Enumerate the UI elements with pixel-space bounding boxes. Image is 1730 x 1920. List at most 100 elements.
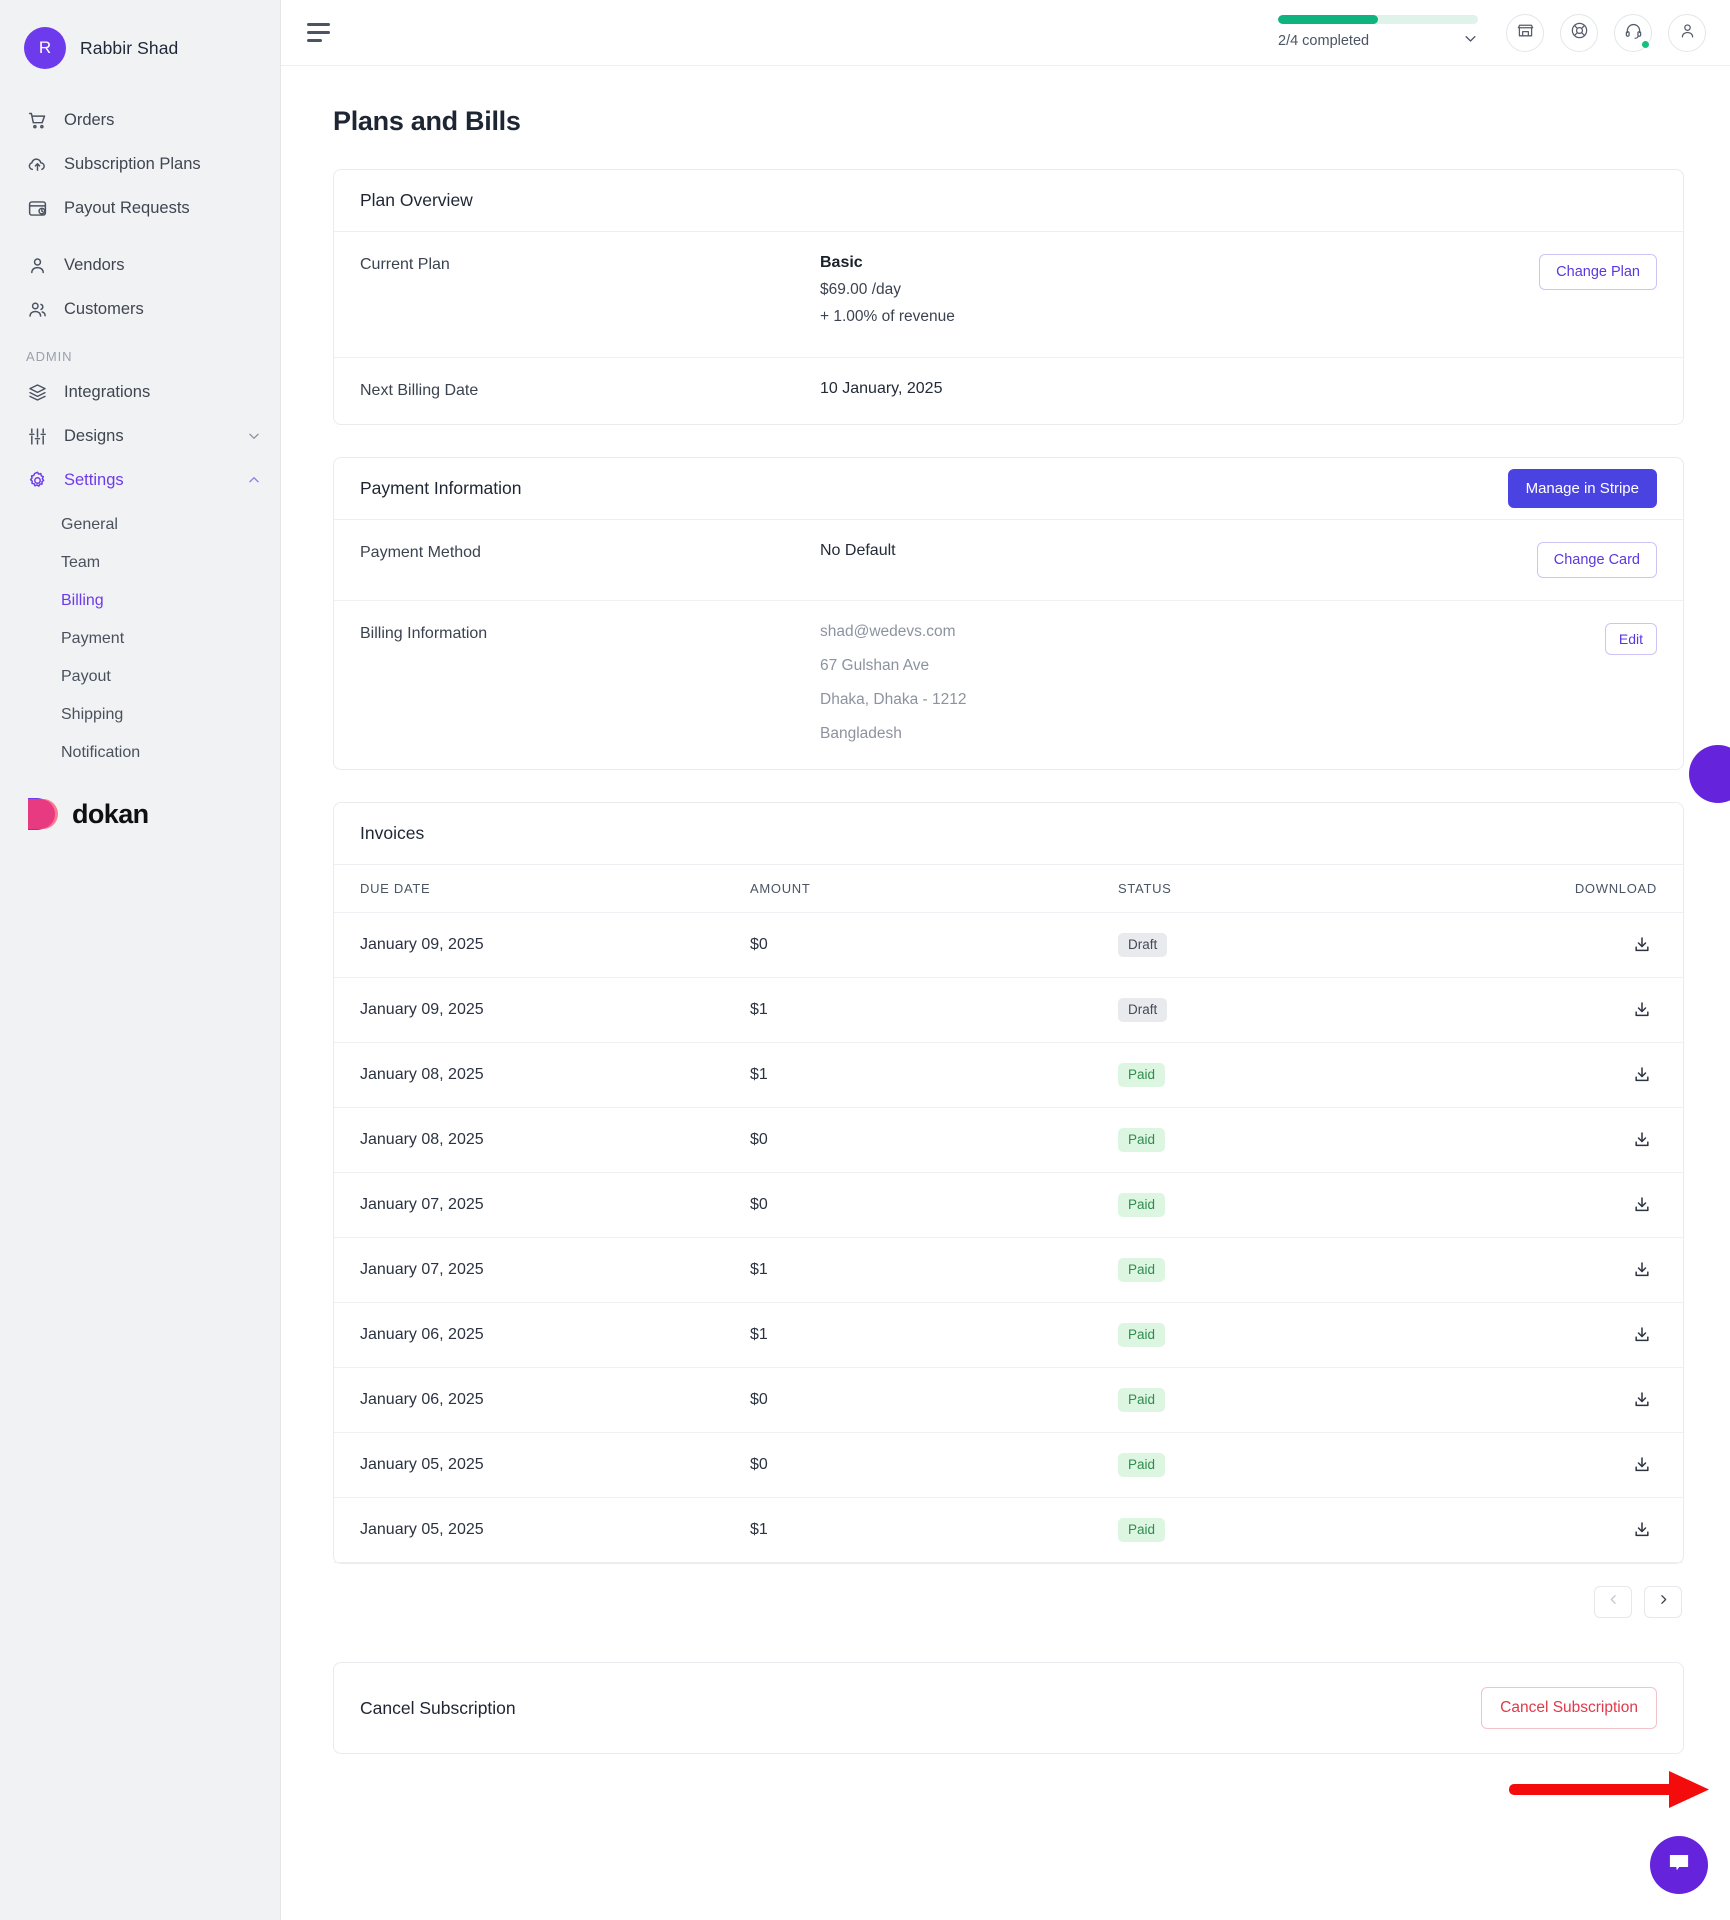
column-header-amount: AMOUNT xyxy=(750,881,811,896)
pagination-next-button[interactable] xyxy=(1644,1586,1682,1618)
progress-fill xyxy=(1278,14,1378,24)
cell-download xyxy=(1508,1255,1657,1285)
sidebar-item-orders[interactable]: Orders xyxy=(0,98,280,142)
sidebar-item-integrations[interactable]: Integrations xyxy=(0,370,280,414)
card-title: Invoices xyxy=(360,823,425,843)
sidebar-subitem-notification[interactable]: Notification xyxy=(0,734,280,772)
topbar-actions: 2/4 completed xyxy=(1278,13,1706,52)
sidebar-subitem-payment[interactable]: Payment xyxy=(0,620,280,658)
download-icon[interactable] xyxy=(1627,1320,1657,1350)
cell-due-date: January 05, 2025 xyxy=(360,1521,484,1538)
sidebar-item-subscription-plans[interactable]: Subscription Plans xyxy=(0,142,280,186)
sidebar-item-customers[interactable]: Customers xyxy=(0,287,280,331)
cell-due-date: January 09, 2025 xyxy=(360,1001,484,1018)
change-card-button[interactable]: Change Card xyxy=(1536,542,1657,578)
sidebar-subitem-shipping[interactable]: Shipping xyxy=(0,696,280,734)
table-row: January 09, 2025 $0 Draft xyxy=(334,913,1683,978)
topbar: 2/4 completed xyxy=(281,0,1730,66)
status-badge: Paid xyxy=(1118,1258,1166,1282)
chevron-down-icon[interactable] xyxy=(1463,31,1478,51)
payment-method-value: No Default xyxy=(820,542,896,559)
download-icon[interactable] xyxy=(1627,1450,1657,1480)
sliders-icon xyxy=(26,425,48,447)
status-badge: Paid xyxy=(1118,1063,1166,1087)
cell-due-date: January 05, 2025 xyxy=(360,1456,484,1473)
lifebuoy-icon-button[interactable] xyxy=(1560,13,1598,52)
chat-bubble-button[interactable] xyxy=(1650,1836,1708,1894)
gear-icon xyxy=(26,469,48,491)
sidebar-subitem-payout[interactable]: Payout xyxy=(0,658,280,696)
row-label: Payment Method xyxy=(360,544,481,561)
download-icon[interactable] xyxy=(1627,1515,1657,1545)
manage-in-stripe-button[interactable]: Manage in Stripe xyxy=(1507,469,1657,508)
sidebar-item-settings[interactable]: Settings xyxy=(0,458,280,502)
status-badge: Paid xyxy=(1118,1518,1166,1542)
cell-amount: $1 xyxy=(750,1261,768,1278)
sidebar-subitem-team[interactable]: Team xyxy=(0,544,280,582)
download-icon[interactable] xyxy=(1627,1060,1657,1090)
edit-billing-button[interactable]: Edit xyxy=(1604,623,1657,655)
download-icon[interactable] xyxy=(1627,1125,1657,1155)
account-icon-button[interactable] xyxy=(1668,13,1706,52)
pagination-prev-button[interactable] xyxy=(1594,1586,1632,1618)
sidebar-item-payout-requests[interactable]: Payout Requests xyxy=(0,186,280,230)
table-row: January 07, 2025 $0 Paid xyxy=(334,1173,1683,1238)
plan-name: Basic xyxy=(820,254,863,271)
headset-icon-button[interactable] xyxy=(1614,13,1652,52)
sidebar-user[interactable]: R Rabbir Shad xyxy=(0,0,280,72)
sidebar-item-label: Subscription Plans xyxy=(64,154,201,173)
invoices-table-header: DUE DATE AMOUNT STATUS DOWNLOAD xyxy=(334,865,1683,913)
cell-status: Paid xyxy=(1118,1193,1508,1217)
download-icon[interactable] xyxy=(1627,995,1657,1025)
table-row: January 05, 2025 $1 Paid xyxy=(334,1498,1683,1563)
cell-amount: $0 xyxy=(750,1456,768,1473)
chevron-left-icon xyxy=(1607,1593,1620,1611)
table-row: January 07, 2025 $1 Paid xyxy=(334,1238,1683,1303)
progress-track xyxy=(1278,14,1478,24)
cell-status: Draft xyxy=(1118,998,1508,1022)
headset-icon xyxy=(1624,21,1643,45)
sidebar-item-vendors[interactable]: Vendors xyxy=(0,243,280,287)
status-badge xyxy=(1641,39,1650,49)
download-icon[interactable] xyxy=(1627,1255,1657,1285)
cell-download xyxy=(1508,1125,1657,1155)
status-badge: Paid xyxy=(1118,1323,1166,1347)
sidebar-item-label: Customers xyxy=(64,299,144,318)
cell-amount: $1 xyxy=(750,1326,768,1343)
cell-download xyxy=(1508,1060,1657,1090)
cell-status: Paid xyxy=(1118,1063,1508,1087)
hamburger-icon[interactable] xyxy=(307,22,333,44)
lifebuoy-icon xyxy=(1570,21,1589,45)
row-label: Current Plan xyxy=(360,256,450,273)
cancel-subscription-button[interactable]: Cancel Subscription xyxy=(1481,1687,1657,1729)
cell-due-date: January 06, 2025 xyxy=(360,1391,484,1408)
cell-amount: $0 xyxy=(750,936,768,953)
table-row: January 05, 2025 $0 Paid xyxy=(334,1433,1683,1498)
plan-overview-header: Plan Overview xyxy=(334,170,1683,232)
sidebar-subitem-general[interactable]: General xyxy=(0,506,280,544)
user-name: Rabbir Shad xyxy=(80,37,179,58)
column-header-download: DOWNLOAD xyxy=(1574,881,1657,896)
cell-due-date: January 07, 2025 xyxy=(360,1261,484,1278)
download-icon[interactable] xyxy=(1627,1385,1657,1415)
sidebar-item-designs[interactable]: Designs xyxy=(0,414,280,458)
sidebar-nav: Orders Subscription Plans Payout Request… xyxy=(0,98,280,772)
cell-amount: $1 xyxy=(750,1066,768,1083)
status-badge: Paid xyxy=(1118,1453,1166,1477)
change-plan-button[interactable]: Change Plan xyxy=(1539,254,1657,290)
sidebar-section-label: ADMIN xyxy=(26,349,73,364)
row-action: Change Plan xyxy=(1487,254,1657,290)
sidebar-item-label: Vendors xyxy=(64,255,125,274)
cell-status: Draft xyxy=(1118,933,1508,957)
plan-price: $69.00 /day xyxy=(820,281,902,298)
sidebar: R Rabbir Shad Orders Subscription Plans … xyxy=(0,0,281,1920)
sidebar-subitem-billing[interactable]: Billing xyxy=(0,582,280,620)
cell-download xyxy=(1508,930,1657,960)
shopping-cart-icon xyxy=(26,109,48,131)
onboarding-progress[interactable]: 2/4 completed xyxy=(1278,14,1478,51)
download-icon[interactable] xyxy=(1627,930,1657,960)
column-header-due-date: DUE DATE xyxy=(360,881,431,896)
download-icon[interactable] xyxy=(1627,1190,1657,1220)
cell-download xyxy=(1508,1515,1657,1545)
store-icon-button[interactable] xyxy=(1506,13,1544,52)
